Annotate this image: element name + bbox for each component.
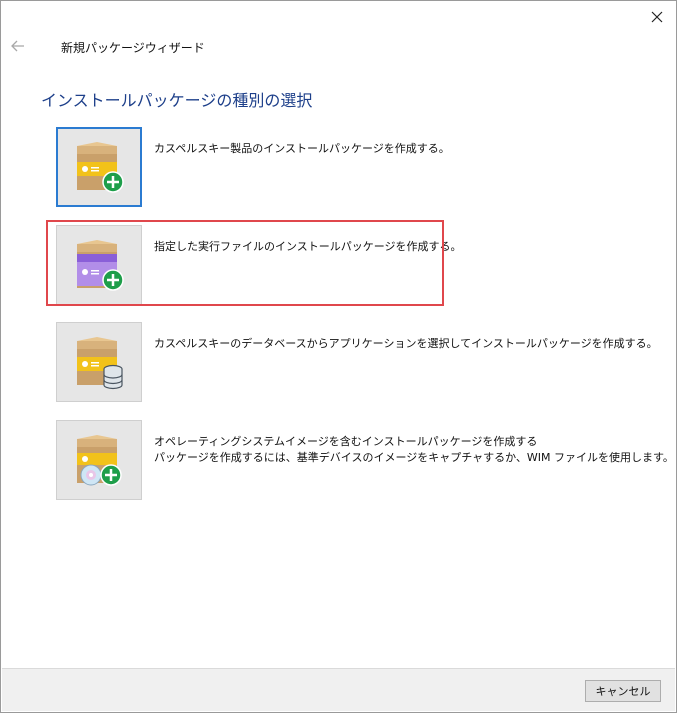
option-database-package[interactable]: カスペルスキーのデータベースからアプリケーションを選択してインストールパッケージ… (56, 322, 658, 402)
close-icon[interactable] (644, 5, 670, 29)
option-label: 指定した実行ファイルのインストールパッケージを作成する。 (154, 240, 462, 253)
package-os-image-icon (77, 435, 122, 486)
option-os-image-package[interactable]: オペレーティングシステムイメージを含むインストールパッケージを作成する パッケー… (56, 420, 674, 500)
option-icon-button[interactable] (56, 322, 142, 402)
option-label-line2: パッケージを作成するには、基準デバイスのイメージをキャプチャするか、WIM ファ… (154, 451, 674, 464)
option-label: カスペルスキーのデータベースからアプリケーションを選択してインストールパッケージ… (154, 337, 658, 350)
back-arrow-icon[interactable] (9, 37, 27, 55)
option-label: カスペルスキー製品のインストールパッケージを作成する。 (154, 142, 450, 155)
cancel-button[interactable]: キャンセル (585, 680, 661, 702)
footer-bar: キャンセル (2, 668, 675, 711)
option-kaspersky-package[interactable]: カスペルスキー製品のインストールパッケージを作成する。 (56, 127, 576, 207)
page-heading: インストールパッケージの種別の選択 (41, 91, 313, 110)
option-label-line1: オペレーティングシステムイメージを含むインストールパッケージを作成する (154, 435, 538, 448)
package-database-icon (77, 337, 123, 390)
option-icon-button[interactable] (56, 127, 142, 207)
wizard-window: 新規パッケージウィザード インストールパッケージの種別の選択 カスペルスキー製品… (0, 0, 677, 713)
option-executable-package[interactable]: 指定した実行ファイルのインストールパッケージを作成する。 (56, 225, 576, 305)
wizard-title: 新規パッケージウィザード (61, 41, 205, 55)
package-executable-add-icon (77, 240, 124, 291)
package-add-icon (77, 142, 124, 193)
option-label: オペレーティングシステムイメージを含むインストールパッケージを作成する パッケー… (154, 434, 674, 466)
option-icon-button[interactable] (56, 420, 142, 500)
option-icon-button[interactable] (56, 225, 142, 305)
